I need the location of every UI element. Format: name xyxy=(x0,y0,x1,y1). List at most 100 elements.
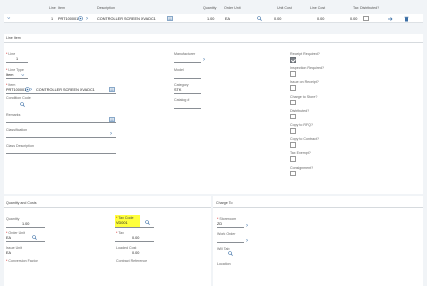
issue-unit-label: Issue Unit xyxy=(6,246,22,250)
section-divider xyxy=(4,42,423,43)
order-unit-label: * Order Unit xyxy=(6,231,25,235)
flag-label: Charge to Store? xyxy=(290,94,318,99)
storeroom-value[interactable]: ZD xyxy=(217,222,222,226)
manufacturer-chevron-icon[interactable]: › xyxy=(203,57,205,63)
row-unit-cost[interactable]: 0.00 xyxy=(274,17,281,21)
charge-to-section-title: Charge To xyxy=(216,201,233,205)
flag-label: Receipt Required? xyxy=(290,52,320,56)
col-header-tax[interactable]: Tax xyxy=(353,6,359,10)
storeroom-chevron-icon[interactable]: › xyxy=(246,223,248,229)
col-header-unit-cost[interactable]: Unit Cost xyxy=(277,6,292,10)
section-divider xyxy=(213,207,423,208)
remarks-label: Remarks xyxy=(6,113,21,117)
storeroom-underline xyxy=(217,227,244,228)
line-type-dropdown-icon[interactable]: › xyxy=(19,74,25,76)
col-header-description[interactable]: Description xyxy=(97,6,115,10)
manufacturer-label: Manufacturer xyxy=(174,52,196,56)
flag-label: Distributed? xyxy=(290,108,310,113)
row-distributed-checkbox[interactable] xyxy=(363,15,369,21)
category-value[interactable]: STK xyxy=(174,88,181,92)
class-description-underline xyxy=(6,153,116,154)
flag-checkbox[interactable] xyxy=(290,156,296,162)
tax-code-underline xyxy=(115,227,154,228)
conversion-factor-label: * Conversion Factor xyxy=(6,259,38,263)
line-type-label: * Line Type xyxy=(6,68,24,72)
row-quantity[interactable]: 1.00 xyxy=(207,17,214,21)
remarks-underline xyxy=(6,122,116,123)
flag-label: Consignment? xyxy=(290,165,314,170)
contract-reference-label: Contract Reference xyxy=(116,259,148,263)
flag-checkbox[interactable] xyxy=(290,128,296,134)
flag-checkbox[interactable] xyxy=(290,170,296,177)
flag-label: Copy to RFQ? xyxy=(290,123,313,127)
work-order-chevron-icon[interactable]: › xyxy=(246,238,248,244)
item-value[interactable]: PRT100001 xyxy=(6,88,26,92)
quantity-costs-panel: Quantity and Costs Quantity 1.00 * Order… xyxy=(4,196,211,286)
work-order-label: Work Order xyxy=(217,232,236,236)
quantity-costs-section-title: Quantity and Costs xyxy=(6,201,37,205)
item-long-description-icon[interactable] xyxy=(109,87,115,92)
order-unit-search-icon[interactable] xyxy=(32,235,37,240)
line-value[interactable]: 1 xyxy=(16,57,18,61)
flag-checkbox[interactable] xyxy=(290,113,296,120)
tax-label: * Tax xyxy=(116,231,124,235)
col-header-line-cost[interactable]: Line Cost xyxy=(310,6,325,10)
line-type-underline xyxy=(6,78,28,79)
model-underline xyxy=(174,78,201,79)
catalog-underline xyxy=(174,108,201,109)
order-unit-search-icon[interactable] xyxy=(257,16,262,21)
item-underline xyxy=(6,93,116,94)
classification-underline xyxy=(6,137,116,138)
row-item-chevron-icon[interactable]: › xyxy=(86,16,88,22)
loaded-cost-label: Loaded Cost xyxy=(116,246,137,250)
col-header-line[interactable]: Line xyxy=(49,6,56,10)
line-type-value[interactable]: Item xyxy=(6,73,13,77)
tax-code-value[interactable]: VD001 xyxy=(116,221,128,225)
item-label: * Item xyxy=(6,83,16,87)
flag-label: Issue on Receipt? xyxy=(290,80,319,85)
flag-checkbox[interactable] xyxy=(290,57,296,63)
condition-code-search-icon[interactable] xyxy=(20,102,25,107)
quantity-label: Quantity xyxy=(6,217,20,221)
flag-label: Copy to Contract? xyxy=(290,137,319,142)
item-chevron-icon[interactable]: › xyxy=(30,87,32,93)
row-description[interactable]: CONTROLLER SCREEN XVADC1 xyxy=(97,17,156,21)
order-unit-value[interactable]: EA xyxy=(6,236,11,240)
flag-checkbox[interactable] xyxy=(290,142,296,148)
col-header-quantity[interactable]: Quantity xyxy=(203,6,216,10)
section-divider xyxy=(4,207,211,208)
col-header-item[interactable]: Item xyxy=(58,6,65,10)
manufacturer-underline xyxy=(174,62,201,63)
tax-code-label: * Tax Code xyxy=(116,215,134,220)
row-order-unit[interactable]: EA xyxy=(225,17,230,21)
tax-code-search-icon[interactable] xyxy=(145,220,150,225)
col-header-order-unit[interactable]: Order Unit xyxy=(224,6,241,10)
classification-label: Classification xyxy=(6,128,28,132)
flag-checkbox[interactable] xyxy=(290,71,296,77)
line-item-panel: Line Item * Line 1 * Line Type Item › * … xyxy=(4,34,423,194)
work-order-underline xyxy=(217,242,244,243)
col-header-distributed[interactable]: Distributed? xyxy=(360,6,379,10)
line-label: * Line xyxy=(6,52,16,56)
row-item[interactable]: PRT100001 xyxy=(58,17,78,21)
row-action-icon[interactable] xyxy=(387,16,394,22)
category-underline xyxy=(174,93,201,94)
tax-value[interactable]: 0.00 xyxy=(132,236,139,240)
flag-checkbox[interactable] xyxy=(290,99,296,106)
charge-to-panel: Charge To * Storeroom ZD › Work Order › … xyxy=(213,196,423,286)
tax-underline xyxy=(115,241,154,242)
row-tax: 0.00 xyxy=(350,16,358,21)
flag-checkbox[interactable] xyxy=(290,85,296,91)
issue-unit-value: EA xyxy=(6,250,12,255)
collapse-chevron-icon[interactable]: › xyxy=(5,17,11,19)
quantity-value[interactable]: 1.00 xyxy=(22,222,29,226)
long-description-icon[interactable] xyxy=(167,16,173,21)
item-detail-icon[interactable] xyxy=(78,16,83,21)
item-description[interactable]: CONTROLLER SCREEN XVADC1 xyxy=(36,88,95,92)
delete-row-icon[interactable] xyxy=(404,16,409,22)
gl-tab-search-icon[interactable] xyxy=(228,251,233,256)
table-row[interactable]: › 1 PRT100001 › CONTROLLER SCREEN XVADC1… xyxy=(4,14,423,23)
class-description-label: Class Description xyxy=(6,144,34,148)
flag-label: Inspection Required? xyxy=(290,66,324,71)
row-line: 1 xyxy=(51,16,54,21)
